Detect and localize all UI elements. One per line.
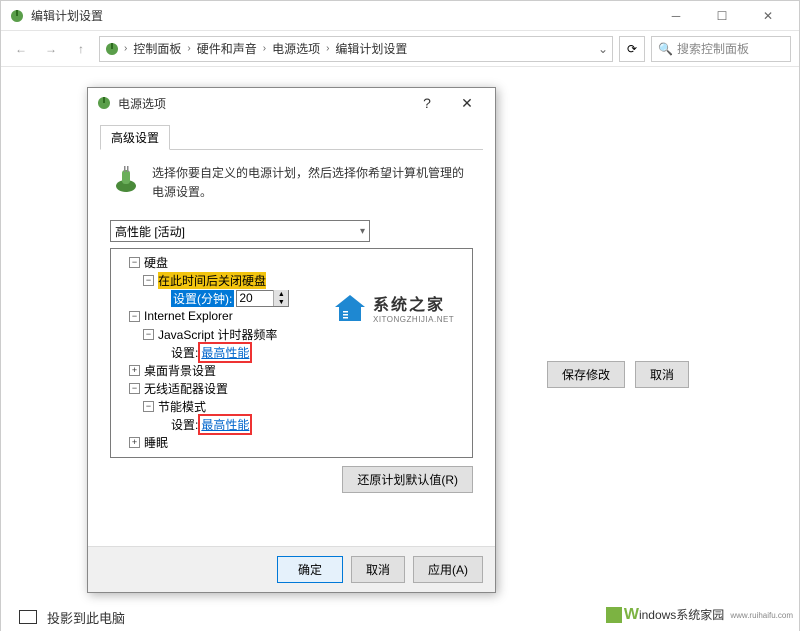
outer-titlebar: 编辑计划设置 ─ ☐ ✕ — [1, 1, 799, 31]
dialog-footer: 确定 取消 应用(A) — [88, 546, 495, 592]
dialog-close-button[interactable]: ✕ — [447, 89, 487, 117]
tree-node-sleep[interactable]: 睡眠 — [144, 434, 168, 451]
description-text: 选择你要自定义的电源计划，然后选择你希望计算机管理的电源设置。 — [152, 164, 473, 202]
power-icon — [104, 41, 120, 57]
breadcrumb-item[interactable]: 硬件和声音 — [195, 40, 259, 57]
breadcrumb[interactable]: › 控制面板 › 硬件和声音 › 电源选项 › 编辑计划设置 ⌄ — [99, 36, 613, 62]
breadcrumb-item[interactable]: 电源选项 — [270, 40, 322, 57]
help-button[interactable]: ? — [407, 89, 447, 117]
spinner-up[interactable]: ▲ — [274, 290, 288, 298]
expand-icon[interactable]: + — [129, 437, 140, 448]
search-input[interactable]: 🔍 搜索控制面板 — [651, 36, 791, 62]
cancel-button[interactable]: 取消 — [635, 361, 689, 388]
search-placeholder: 搜索控制面板 — [677, 40, 749, 57]
chevron-right-icon: › — [124, 43, 127, 54]
js-setting-value[interactable]: 最高性能 — [201, 346, 249, 360]
collapse-icon[interactable]: − — [143, 275, 154, 286]
js-setting-label: 设置: — [171, 344, 198, 361]
power-plan-dropdown[interactable]: 高性能 [活动] ▾ — [110, 220, 370, 242]
navbar: ← → ↑ › 控制面板 › 硬件和声音 › 电源选项 › 编辑计划设置 ⌄ ⟳… — [1, 31, 799, 67]
brand-url: www.ruihaifu.com — [730, 611, 793, 620]
collapse-icon[interactable]: − — [143, 329, 154, 340]
dialog-title: 电源选项 — [118, 95, 407, 112]
taskbar-strip: 投影到此电脑 — [1, 602, 321, 632]
breadcrumb-item[interactable]: 编辑计划设置 — [333, 40, 409, 57]
power-plan-icon — [110, 164, 142, 196]
tree-node-js-timer[interactable]: JavaScript 计时器频率 — [158, 326, 277, 343]
collapse-icon[interactable]: − — [129, 311, 140, 322]
brand-initial: W — [624, 606, 639, 623]
description-row: 选择你要自定义的电源计划，然后选择你希望计算机管理的电源设置。 — [110, 164, 473, 202]
dialog-titlebar: 电源选项 ? ✕ — [88, 88, 495, 118]
breadcrumb-item[interactable]: 控制面板 — [131, 40, 183, 57]
chevron-right-icon: › — [326, 43, 329, 54]
ok-button[interactable]: 确定 — [277, 556, 343, 583]
up-button[interactable]: ↑ — [69, 37, 93, 61]
watermark-windows-home: Windows系统家园 www.ruihaifu.com — [606, 606, 793, 624]
project-label: 投影到此电脑 — [47, 608, 125, 627]
chevron-right-icon: › — [263, 43, 266, 54]
back-button[interactable]: ← — [9, 37, 33, 61]
tree-node-hd-turnoff[interactable]: 在此时间后关闭硬盘 — [158, 272, 266, 289]
tree-node-power-saving[interactable]: 节能模式 — [158, 398, 206, 415]
collapse-icon[interactable]: − — [129, 257, 140, 268]
collapse-icon[interactable]: − — [129, 383, 140, 394]
tree-node-desktop-bg[interactable]: 桌面背景设置 — [144, 362, 216, 379]
tree-node-ie[interactable]: Internet Explorer — [144, 309, 233, 323]
tab-row: 高级设置 — [100, 124, 483, 150]
tree-node-hard-disk[interactable]: 硬盘 — [144, 254, 168, 271]
restore-defaults-button[interactable]: 还原计划默认值(R) — [342, 466, 473, 493]
brand-rest: indows系统家园 — [639, 608, 724, 622]
tree-node-wireless[interactable]: 无线适配器设置 — [144, 380, 228, 397]
flag-icon — [606, 607, 622, 623]
minutes-input[interactable] — [237, 291, 273, 305]
power-options-dialog: 电源选项 ? ✕ 高级设置 选择你要自定义的电源计划，然后选择你希望计算机管理的… — [87, 87, 496, 593]
hd-setting-label: 设置(分钟): — [171, 290, 234, 307]
maximize-button[interactable]: ☐ — [699, 1, 745, 31]
forward-button[interactable]: → — [39, 37, 63, 61]
project-screen-icon — [19, 610, 37, 624]
tab-content: 选择你要自定义的电源计划，然后选择你希望计算机管理的电源设置。 高性能 [活动]… — [100, 150, 483, 503]
chevron-down-icon: ▾ — [360, 226, 365, 237]
control-panel-window: 编辑计划设置 ─ ☐ ✕ ← → ↑ › 控制面板 › 硬件和声音 › 电源选项… — [0, 0, 800, 631]
minimize-button[interactable]: ─ — [653, 1, 699, 31]
search-icon: 🔍 — [658, 42, 673, 56]
close-button[interactable]: ✕ — [745, 1, 791, 31]
expand-icon[interactable]: + — [129, 365, 140, 376]
ps-setting-value[interactable]: 最高性能 — [201, 418, 249, 432]
window-title: 编辑计划设置 — [31, 7, 103, 24]
settings-tree[interactable]: −硬盘 −在此时间后关闭硬盘 设置(分钟): ▲▼ −Internet Expl… — [110, 248, 473, 458]
refresh-button[interactable]: ⟳ — [619, 36, 645, 62]
minutes-spinner[interactable]: ▲▼ — [236, 290, 289, 307]
chevron-right-icon: › — [187, 43, 190, 54]
power-icon — [9, 8, 25, 24]
save-changes-button[interactable]: 保存修改 — [547, 361, 625, 388]
chevron-down-icon[interactable]: ⌄ — [598, 42, 608, 56]
spinner-down[interactable]: ▼ — [274, 298, 288, 306]
dialog-body: 高级设置 选择你要自定义的电源计划，然后选择你希望计算机管理的电源设置。 高性能… — [88, 118, 495, 546]
collapse-icon[interactable]: − — [143, 401, 154, 412]
tab-advanced-settings[interactable]: 高级设置 — [100, 125, 170, 150]
apply-button[interactable]: 应用(A) — [413, 556, 483, 583]
ps-setting-label: 设置: — [171, 416, 198, 433]
power-icon — [96, 95, 112, 111]
plan-selected-value: 高性能 [活动] — [115, 223, 185, 240]
dialog-cancel-button[interactable]: 取消 — [351, 556, 405, 583]
